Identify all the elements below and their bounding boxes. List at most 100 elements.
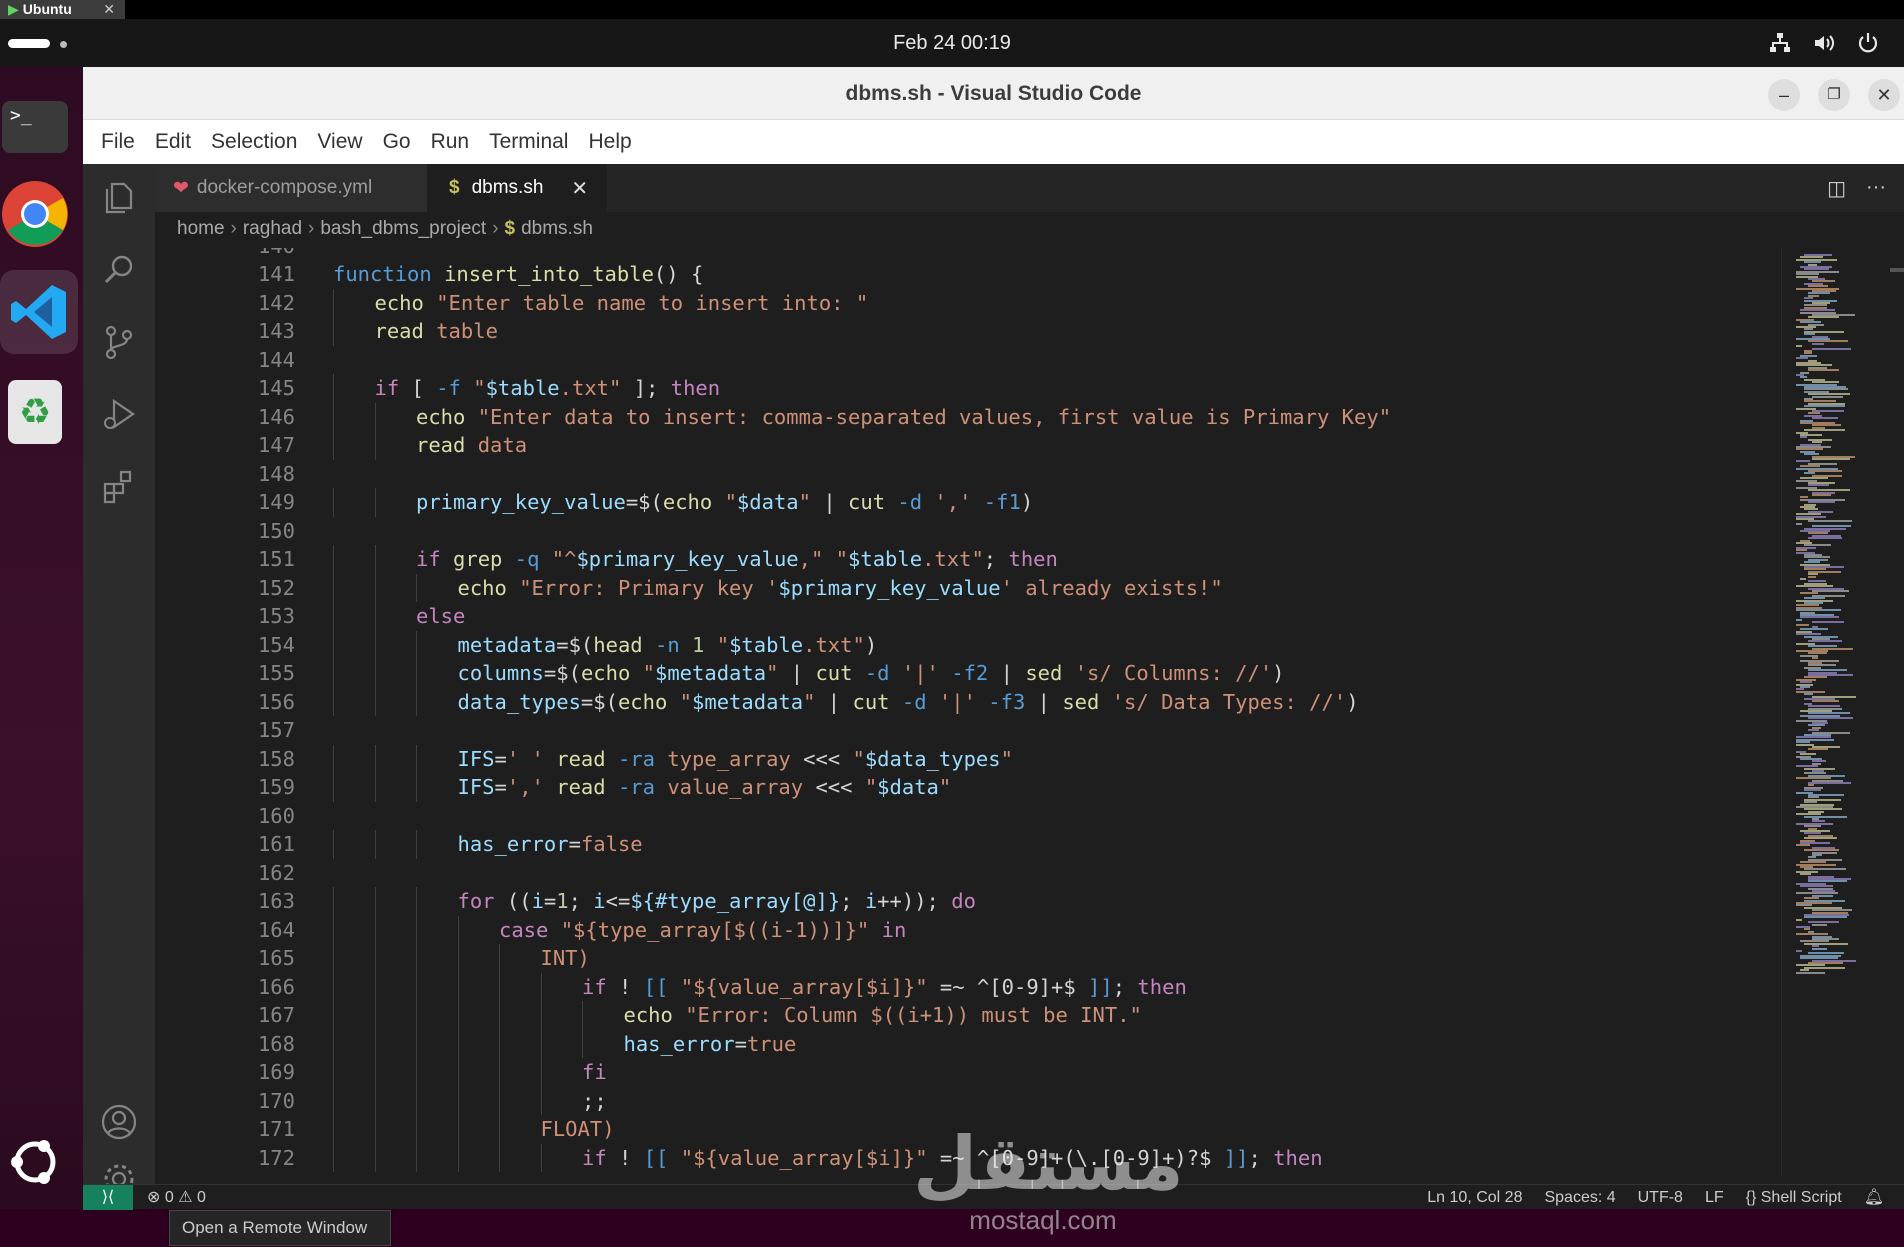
tab-dbms-sh[interactable]: $ dbms.sh ✕	[427, 164, 607, 212]
breadcrumb-item[interactable]: bash_dbms_project	[320, 218, 486, 239]
code-token: "	[1000, 746, 1013, 771]
line-number: 141	[257, 262, 295, 286]
indent-guide	[333, 1115, 334, 1144]
chrome-icon	[2, 181, 68, 247]
chevron-right-icon: ›	[308, 218, 315, 239]
os-tab-label: Ubuntu	[22, 1, 72, 17]
bell-icon[interactable]: 🔔︎	[1864, 1185, 1884, 1210]
clock[interactable]: Feb 24 00:19	[0, 19, 1904, 67]
more-actions-icon[interactable]: ···	[1866, 176, 1886, 201]
menu-help[interactable]: Help	[578, 120, 641, 164]
scrollbar-thumb[interactable]	[1890, 268, 1904, 272]
dock-vscode[interactable]	[0, 270, 78, 354]
os-window-tab[interactable]: ▶ Ubuntu ✕	[0, 0, 125, 19]
line-number: 165	[257, 946, 295, 970]
cursor-position[interactable]: Ln 10, Col 28	[1427, 1185, 1522, 1210]
power-icon[interactable]	[1856, 31, 1880, 55]
minimap-line	[1800, 436, 1807, 439]
activity-source-control[interactable]	[97, 320, 141, 364]
dock-terminal[interactable]: >_	[0, 92, 70, 162]
minimap-line	[1804, 429, 1845, 432]
end-of-line[interactable]: LF	[1705, 1185, 1724, 1210]
indent-guide	[540, 1001, 542, 1030]
code-token: true	[746, 1031, 797, 1056]
line-number: 147	[257, 433, 295, 457]
code-token: !	[606, 1145, 644, 1170]
files-icon	[105, 182, 133, 214]
indent-guide	[374, 915, 376, 944]
menu-file[interactable]: File	[91, 120, 145, 164]
indent-guide	[333, 687, 334, 716]
indent-guide	[499, 972, 500, 1001]
minimap-line	[1808, 748, 1828, 751]
code-token: then	[1008, 547, 1058, 571]
indent-guide	[374, 972, 376, 1001]
menu-run[interactable]: Run	[421, 120, 480, 164]
language-mode[interactable]: {} Shell Script	[1746, 1185, 1842, 1210]
code-token: value_array	[667, 775, 804, 799]
menu-terminal[interactable]: Terminal	[479, 120, 578, 164]
indent-guide	[333, 1001, 334, 1030]
minimize-button[interactable]: –	[1768, 79, 1800, 111]
code-editor[interactable]: 140 141 function insert_into_table() {142…	[155, 248, 1781, 1177]
line-number: 158	[257, 746, 295, 771]
indentation[interactable]: Spaces: 4	[1544, 1185, 1615, 1210]
restore-button[interactable]: ❐	[1818, 79, 1850, 111]
indent-guide	[374, 602, 376, 631]
close-window-button[interactable]: ✕	[1868, 79, 1900, 111]
code-token: )	[1020, 490, 1034, 514]
network-icon[interactable]	[1768, 31, 1792, 55]
indent-guide	[416, 744, 417, 773]
code-token: INT)	[540, 946, 590, 970]
activity-extensions[interactable]	[97, 464, 141, 508]
code-token: "${value_array[$i]}"	[680, 1145, 928, 1170]
minimap-line	[1812, 417, 1838, 420]
code-token: )	[1272, 661, 1285, 685]
dock-trash[interactable]: ♻	[0, 377, 70, 447]
indent-guide	[416, 1058, 417, 1087]
activity-run-debug[interactable]	[97, 392, 141, 436]
dock-show-apps[interactable]	[0, 1127, 70, 1197]
breadcrumb-item[interactable]: raghad	[243, 218, 302, 239]
encoding[interactable]: UTF-8	[1638, 1185, 1683, 1210]
code-token: )	[864, 632, 878, 657]
line-number: 172	[257, 1145, 295, 1170]
minimap[interactable]	[1781, 248, 1904, 1177]
volume-icon[interactable]	[1812, 31, 1836, 55]
split-editor-icon[interactable]: ◫	[1827, 176, 1846, 201]
title-bar[interactable]: dbms.sh - Visual Studio Code – ❐ ✕	[83, 67, 1904, 120]
problems-indicator[interactable]: ⊗ 0 ⚠ 0	[147, 1185, 206, 1210]
line-number: 155	[257, 661, 295, 685]
close-icon[interactable]: ✕	[103, 0, 115, 19]
code-token: ;	[1248, 1145, 1274, 1170]
activity-accounts[interactable]	[97, 1100, 141, 1144]
menu-go[interactable]: Go	[373, 120, 421, 164]
breadcrumb-item[interactable]: dbms.sh	[521, 218, 593, 239]
tab-docker-compose[interactable]: ❤ docker-compose.yml	[155, 164, 427, 212]
code-token: read	[374, 319, 424, 343]
close-tab-icon[interactable]: ✕	[571, 176, 588, 201]
activity-explorer[interactable]	[97, 176, 141, 220]
line-number: 166	[257, 974, 295, 999]
code-token: sed	[1062, 689, 1100, 714]
code-token: IFS	[457, 775, 495, 799]
remote-button[interactable]: ⟩⟨	[83, 1185, 133, 1210]
code-token: $metadata	[692, 689, 804, 714]
menu-view[interactable]: View	[307, 120, 372, 164]
activity-search[interactable]	[97, 248, 141, 292]
system-tray[interactable]	[1768, 31, 1880, 55]
menu-selection[interactable]: Selection	[201, 120, 307, 164]
code-token: -n	[655, 632, 680, 657]
dock-chrome[interactable]	[0, 179, 70, 249]
minimap-line	[1812, 342, 1824, 345]
code-token: else	[416, 604, 466, 628]
code-token: $primary_key_value	[576, 547, 799, 571]
minimap-line	[1796, 522, 1802, 525]
breadcrumb-item[interactable]: home	[177, 218, 225, 239]
indent-guide	[374, 1115, 376, 1144]
menu-edit[interactable]: Edit	[145, 120, 201, 164]
